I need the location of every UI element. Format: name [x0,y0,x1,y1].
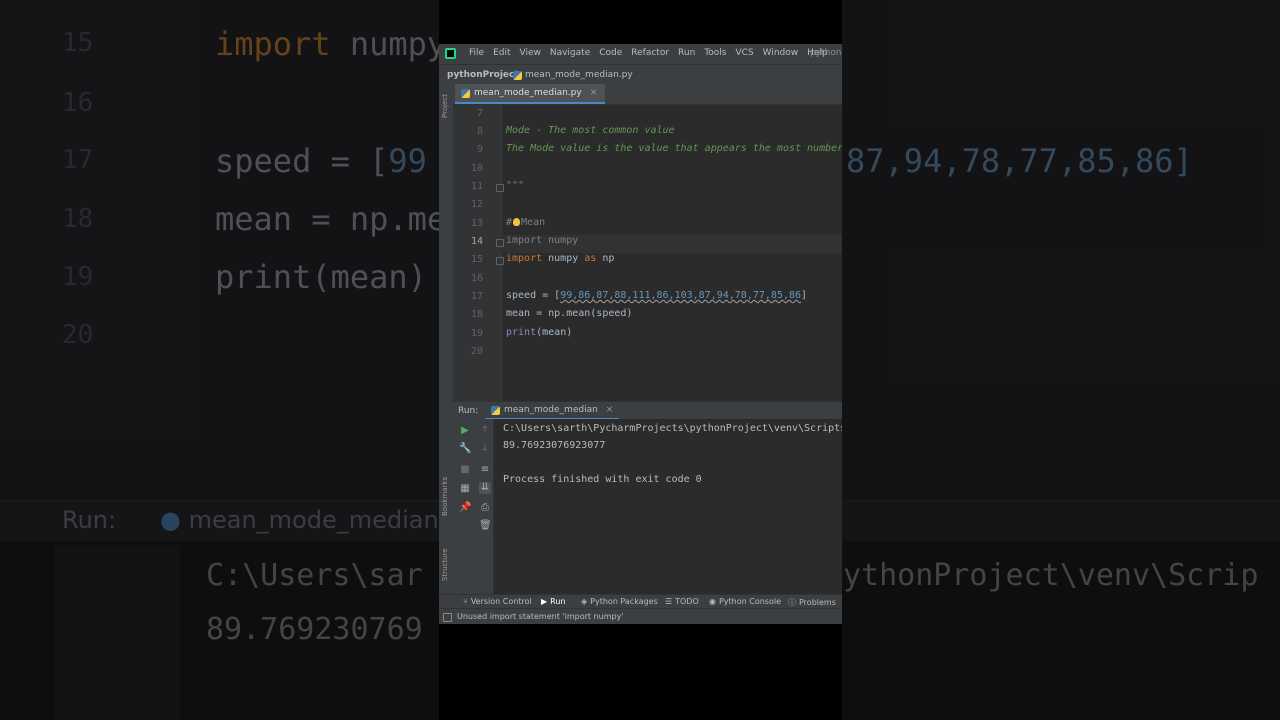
menu-file[interactable]: File [469,48,484,58]
tab-run-config[interactable]: mean_mode_median × [485,402,620,420]
fold-marker-icon[interactable] [496,239,504,247]
python-file-icon [513,70,522,80]
tool-problems[interactable]: ⓘ Problems [788,597,836,608]
status-bar: Unused import statement 'import numpy' [439,608,842,624]
menu-navigate[interactable]: Navigate [550,48,590,58]
arrow-down-icon[interactable]: ↓ [479,443,491,455]
editor-tabs: mean_mode_median.py × [453,84,842,105]
code-line-17: speed = [99,86,87,88,111,86,103,87,94,78… [506,290,808,301]
branch-icon: ⑂ [463,597,468,606]
line-number: 19 [470,328,483,339]
menu-window[interactable]: Window [763,48,799,58]
python-file-icon [461,88,470,98]
python-file-icon [491,405,500,415]
line-number: 13 [470,218,483,229]
console-icon: ◉ [709,597,716,606]
line-number: 18 [470,309,483,320]
print-icon[interactable]: ⎙ [479,502,491,514]
info-icon: ⓘ [788,598,796,607]
run-toolbar: ▶ ↑ 🔧 ↓ ■ ≡ ▦ ⇊ 📌 ⎙ 🗑 [453,419,493,594]
code-line-19: print(mean) [506,327,573,338]
letterbox-bottom [439,624,842,720]
lightbulb-icon[interactable] [513,218,521,226]
tool-window-bar: ⑂ Version Control ▶ Run ◈ Python Packages ☰… [439,594,842,609]
menu-tools[interactable]: Tools [704,48,726,58]
line-number: 9 [476,144,483,155]
letterbox-top [439,0,842,44]
code-line-13: # Mean [506,217,546,228]
menu-bar: File Edit View Navigate Code Refactor Ru… [439,44,842,64]
run-panel-header: Run: mean_mode_median × [453,401,842,420]
status-message: Unused import statement 'import numpy' [457,612,624,621]
scroll-to-end-icon[interactable]: ⇊ [479,482,491,494]
tool-todo[interactable]: ☰ TODO [665,597,699,606]
menu-code[interactable]: Code [599,48,622,58]
line-number: 12 [470,199,483,210]
line-number: 8 [476,126,483,137]
layout-icon[interactable]: ▦ [459,483,471,495]
structure-tool-button[interactable]: Structure [441,548,449,581]
breadcrumb-file[interactable]: mean_mode_median.py [513,70,633,80]
menu-view[interactable]: View [520,48,541,58]
tool-run[interactable]: ▶ Run [541,597,566,606]
line-number: 11 [470,181,483,192]
console-line: 89.76923076923077 [503,440,606,451]
tool-python-packages[interactable]: ◈ Python Packages [581,597,658,606]
arrow-up-icon[interactable]: ↑ [479,425,491,437]
line-number: 10 [470,163,483,174]
code-line-18: mean = np.mean(speed) [506,308,633,319]
line-number: 15 [470,254,483,265]
code-line-9: The Mode value is the value that appears… [506,143,842,154]
soft-wrap-icon[interactable]: ≡ [479,464,491,476]
pycharm-logo-icon [445,48,456,59]
code-editor[interactable]: 7 8 9 10 11 12 13 14 15 16 17 18 19 20 M… [453,105,842,401]
play-icon: ▶ [541,597,548,606]
breadcrumb: pythonProject › mean_mode_median.py [439,64,842,85]
code-line-11: """ [506,180,525,191]
left-tool-strip: Project Bookmarks Structure [439,84,454,594]
menu-refactor[interactable]: Refactor [631,48,669,58]
fold-marker-icon[interactable] [496,184,504,192]
ide-window: File Edit View Navigate Code Refactor Ru… [439,44,842,624]
tool-version-control[interactable]: ⑂ Version Control [463,597,532,606]
breadcrumb-separator: › [505,69,509,79]
code-line-15: import numpy as np [506,253,615,264]
rerun-icon[interactable]: ▶ [459,425,471,437]
code-line-8: Mode - The most common value [506,125,675,136]
packages-icon: ◈ [581,597,588,606]
run-console-output[interactable]: C:\Users\sarth\PycharmProjects\pythonPro… [493,419,842,594]
tab-mean-mode-median[interactable]: mean_mode_median.py × [455,84,606,104]
fold-marker-icon[interactable] [496,257,504,265]
window-title: pythonP [810,48,842,58]
project-tool-button[interactable]: Project [441,94,449,118]
run-label: Run: [458,406,479,416]
menu-vcs[interactable]: VCS [735,48,753,58]
close-icon[interactable]: × [606,405,614,415]
line-number: 17 [470,291,483,302]
line-number: 16 [470,273,483,284]
wrench-icon[interactable]: 🔧 [459,443,471,455]
code-line-14: import numpy [506,235,579,246]
stop-icon[interactable]: ■ [459,464,471,476]
close-icon[interactable]: × [590,88,598,98]
console-line: C:\Users\sarth\PycharmProjects\pythonPro… [503,423,842,434]
status-panel-icon[interactable] [443,613,452,622]
list-icon: ☰ [665,597,673,606]
tool-python-console[interactable]: ◉ Python Console [709,597,781,606]
pin-icon[interactable]: 📌 [459,502,471,514]
menu-run[interactable]: Run [678,48,695,58]
menu-items: File Edit View Navigate Code Refactor Ru… [469,48,828,58]
line-number: 14 [470,236,483,247]
menu-edit[interactable]: Edit [493,48,510,58]
line-number: 7 [476,108,483,119]
console-line: Process finished with exit code 0 [503,474,702,485]
bookmarks-tool-button[interactable]: Bookmarks [441,477,449,516]
trash-icon[interactable]: 🗑 [479,520,492,532]
line-number: 20 [470,346,483,357]
